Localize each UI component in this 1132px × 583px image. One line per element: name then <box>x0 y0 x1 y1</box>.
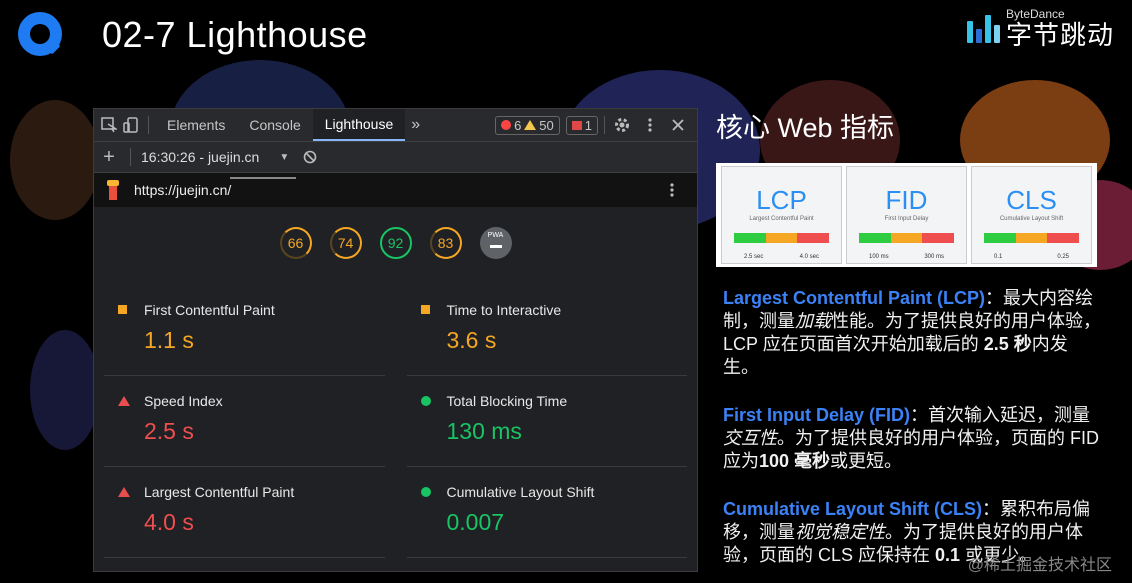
warning-icon <box>524 120 537 130</box>
accessibility-score-gauge[interactable]: 74 <box>329 227 362 259</box>
inspect-element-icon[interactable] <box>98 114 120 136</box>
active-gauge-indicator <box>230 177 296 179</box>
device-toolbar-icon[interactable] <box>120 114 142 136</box>
pass-circle-icon <box>420 487 431 497</box>
devtools-toolbar: Elements Console Lighthouse » 6 50 1 <box>94 109 697 142</box>
clear-reports-icon[interactable] <box>299 146 321 168</box>
performance-score-gauge[interactable]: 66 <box>279 227 312 259</box>
more-tabs-icon[interactable]: » <box>405 109 426 141</box>
lighthouse-icon <box>106 180 120 200</box>
metric-largest-contentful-paint: Largest Contentful Paint 4.0 s <box>104 467 385 558</box>
issues-badge[interactable]: 1 <box>565 115 598 135</box>
report-url-bar: https://juejin.cn/ <box>94 173 697 207</box>
watermark: @稀土掘金技术社区 <box>967 557 1112 574</box>
pwa-badge-icon[interactable]: PWA <box>479 227 512 259</box>
issues-icon <box>571 120 582 130</box>
seo-score-gauge[interactable]: 83 <box>429 227 462 259</box>
devtools-panel: Elements Console Lighthouse » 6 50 1 + 1… <box>93 108 698 572</box>
bytedance-mark-icon <box>966 13 1000 43</box>
web-vitals-cards: LCP Largest Contentful Paint 2.5 sec 4.0 … <box>716 163 1097 267</box>
issue-count: 1 <box>584 117 592 133</box>
cls-card: CLS Cumulative Layout Shift 0.1 0.25 <box>971 166 1092 264</box>
metric-total-blocking-time: Total Blocking Time 130 ms <box>406 376 687 467</box>
brand-en: ByteDance <box>1005 7 1065 21</box>
pass-circle-icon <box>420 396 431 406</box>
settings-gear-icon[interactable] <box>611 114 633 136</box>
metric-time-to-interactive: Time to Interactive 3.6 s <box>406 285 687 376</box>
metric-first-contentful-paint: First Contentful Paint 1.1 s <box>104 285 385 376</box>
report-selector[interactable]: 16:30:26 - juejin.cn <box>141 149 259 165</box>
kebab-menu-icon[interactable] <box>639 114 661 136</box>
error-icon <box>501 120 512 130</box>
warning-count: 50 <box>539 117 554 133</box>
fail-triangle-icon <box>118 396 130 406</box>
metric-cumulative-layout-shift: Cumulative Layout Shift 0.007 <box>406 467 687 558</box>
report-url[interactable]: https://juejin.cn/ <box>134 182 231 198</box>
metrics-grid: First Contentful Paint 1.1 s Time to Int… <box>104 285 687 558</box>
tab-elements[interactable]: Elements <box>155 109 237 141</box>
console-counts-badge[interactable]: 6 50 <box>495 115 560 135</box>
brand-cn: 字节跳动 <box>1005 20 1114 50</box>
section-title: 核心 Web 指标 <box>716 113 895 143</box>
average-square-icon <box>420 305 430 314</box>
close-icon[interactable] <box>667 114 689 136</box>
new-report-plus-icon[interactable]: + <box>98 146 120 168</box>
tab-lighthouse[interactable]: Lighthouse <box>312 109 406 141</box>
fid-description: First Input Delay (FID)：首次输入延迟，测量交互性。为了提… <box>723 405 1099 471</box>
error-count: 6 <box>514 117 522 133</box>
tab-console[interactable]: Console <box>237 109 312 141</box>
dropdown-arrow-icon[interactable]: ▼ <box>279 152 289 163</box>
slide-title: 02-7 Lighthouse <box>102 14 368 55</box>
lcp-description: Largest Contentful Paint (LCP)：最大内容绘制，测量… <box>723 288 1101 377</box>
average-square-icon <box>118 305 127 314</box>
fid-card: FID First Input Delay 100 ms 300 ms <box>846 166 967 264</box>
best-practices-score-gauge[interactable]: 92 <box>379 227 412 259</box>
report-menu-icon[interactable] <box>661 179 683 201</box>
bytedance-logo: ByteDance 字节跳动 <box>966 7 1114 50</box>
metric-speed-index: Speed Index 2.5 s <box>104 376 385 467</box>
lcp-card: LCP Largest Contentful Paint 2.5 sec 4.0 … <box>721 166 842 264</box>
report-selector-bar: + 16:30:26 - juejin.cn ▼ <box>94 142 697 173</box>
score-gauges: 66 74 92 83 PWA <box>94 207 697 281</box>
fail-triangle-icon <box>118 487 130 497</box>
pwa-label: PWA <box>487 232 504 239</box>
